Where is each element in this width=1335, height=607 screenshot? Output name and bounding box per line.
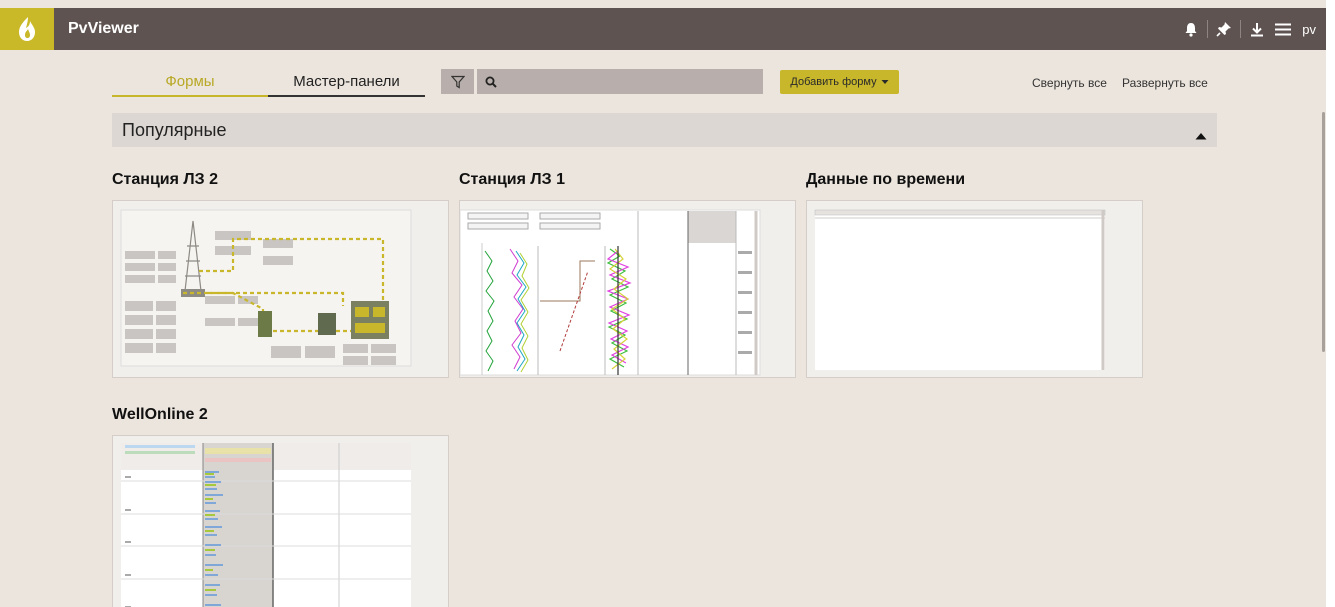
scrollbar-thumb[interactable] xyxy=(1322,112,1325,352)
table-preview xyxy=(814,209,1106,370)
well-log-preview xyxy=(121,443,411,607)
flame-logo-icon[interactable] xyxy=(0,8,54,50)
form-thumbnail-station-2[interactable] xyxy=(112,200,449,378)
section-title: Популярные xyxy=(122,120,227,140)
card-title[interactable]: Данные по времени xyxy=(806,171,965,189)
header-actions: pv xyxy=(1178,8,1326,50)
schematic-preview xyxy=(120,209,412,367)
add-form-label: Добавить форму xyxy=(790,76,877,88)
user-menu[interactable]: pv xyxy=(1302,22,1316,37)
caret-down-icon xyxy=(881,80,889,84)
form-thumbnail-wellonline-2[interactable] xyxy=(112,435,449,607)
section-header[interactable]: Популярные xyxy=(112,113,1217,147)
expand-all-link[interactable]: Развернуть все xyxy=(1122,76,1208,90)
log-chart-preview xyxy=(460,209,761,376)
card-title[interactable]: WellOnline 2 xyxy=(112,406,208,424)
collapse-triangle-icon[interactable] xyxy=(1195,127,1207,145)
funnel-icon xyxy=(450,75,465,89)
card-title[interactable]: Станция ЛЗ 2 xyxy=(112,171,218,189)
header-divider xyxy=(1207,20,1209,38)
add-form-button[interactable]: Добавить форму xyxy=(780,70,899,94)
form-thumbnail-station-1[interactable] xyxy=(459,200,796,378)
search-icon xyxy=(477,76,505,88)
tab-dashboards[interactable]: Мастер-панели xyxy=(268,73,425,97)
tab-forms[interactable]: Формы xyxy=(112,73,268,97)
header-divider xyxy=(1240,20,1242,38)
form-thumbnail-time-data[interactable] xyxy=(806,200,1143,378)
top-bar: PvViewer pv xyxy=(0,8,1326,50)
filter-button[interactable] xyxy=(441,69,474,94)
menu-icon[interactable] xyxy=(1270,8,1296,50)
search-input[interactable] xyxy=(505,69,763,94)
pin-icon[interactable] xyxy=(1211,8,1237,50)
card-title[interactable]: Станция ЛЗ 1 xyxy=(459,171,565,189)
app-title: PvViewer xyxy=(68,20,139,37)
app-frame: PvViewer pv Формы Мастер-панели Добавить… xyxy=(0,0,1326,607)
bell-icon[interactable] xyxy=(1178,8,1204,50)
search-box[interactable] xyxy=(477,69,763,94)
download-icon[interactable] xyxy=(1244,8,1270,50)
collapse-all-link[interactable]: Свернуть все xyxy=(1032,76,1107,90)
